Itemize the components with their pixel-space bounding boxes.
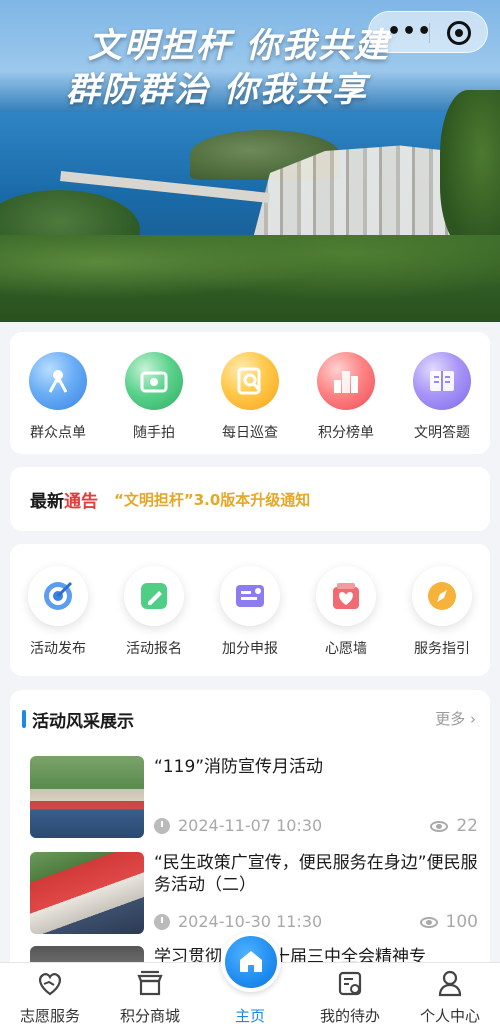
shop-icon [135,968,165,998]
more-label: 更多 [435,710,466,728]
volunteer-heart-icon [35,968,65,998]
tab-label: 个人中心 [419,1007,480,1025]
activity-date: 2024-10-30 11:30 [178,912,323,931]
notice-message[interactable]: “文明担杆”3.0版本升级通知 [114,489,310,510]
menu-item-photo[interactable]: 随手拍 [108,352,200,442]
activity-views: 100 [419,912,478,932]
card-icon [220,566,280,626]
clock-icon [154,913,170,930]
clock-icon [154,817,170,834]
notice-prefix: 最新 [30,491,64,512]
activity-thumbnail [30,756,144,838]
more-link[interactable]: 更多 › [435,708,476,729]
tab-label: 志愿服务 [19,1007,80,1025]
target-icon [28,566,88,626]
service-item-bonus[interactable]: 加分申报 [204,566,296,658]
tab-label: 积分商城 [119,1007,180,1025]
home-icon [240,951,262,972]
menu-label: 随手拍 [133,425,175,441]
menu-label: 群众点单 [30,425,86,441]
section-accent-bar [22,710,26,728]
todo-calendar-icon [335,968,365,998]
notice-card[interactable]: 最新 通告 “文明担杆”3.0版本升级通知 [10,467,490,531]
banner-slogan-line2: 群防群治 你我共享 [66,70,368,110]
activity-thumbnail [30,852,144,934]
menu-item-ranking[interactable]: 积分榜单 [300,352,392,442]
activity-title: “民生政策广宣传，便民服务在身边”便民服务活动（二） [154,853,478,895]
edit-icon [124,566,184,626]
banner-slogan-line1: 文明担杆 你我共建 [88,26,390,66]
notice-highlight: 通告 [64,491,98,512]
capsule-divider [429,23,430,43]
more-dots-icon[interactable]: ••• [387,21,432,43]
activities-title: 活动风采展示 [32,712,134,732]
quiz-icon [413,352,471,410]
service-label: 加分申报 [222,641,278,657]
heart-icon [316,566,376,626]
quick-menu-card: 群众点单 随手拍 每日巡查 积分榜单 文明答题 [10,332,490,454]
activity-item[interactable]: “民生政策广宣传，便民服务在身边”便民服务活动（二） 2024-10-30 11… [30,852,490,936]
service-item-signup[interactable]: 活动报名 [108,566,200,658]
order-icon [29,352,87,410]
tab-label: 我的待办 [319,1007,380,1025]
service-label: 服务指引 [414,641,470,657]
menu-item-quiz[interactable]: 文明答题 [396,352,488,442]
tab-shop[interactable]: 积分商城 [100,963,200,1029]
activity-title: “119”消防宣传月活动 [154,757,324,777]
tab-label: 主页 [234,1007,265,1025]
service-item-wish[interactable]: 心愿墙 [300,566,392,658]
service-menu-card: 活动发布 活动报名 加分申报 心愿墙 服务指引 [10,544,490,676]
service-item-publish[interactable]: 活动发布 [12,566,104,658]
eye-icon [430,820,449,832]
menu-label: 文明答题 [414,425,470,441]
eye-icon [419,916,438,928]
target-close-icon[interactable] [447,21,471,45]
chevron-right-icon: › [470,710,476,728]
tab-todo[interactable]: 我的待办 [300,963,400,1029]
miniprogram-capsule: ••• [368,11,488,53]
view-count: 22 [456,816,478,836]
tab-profile[interactable]: 个人中心 [400,963,500,1029]
activity-item[interactable]: “119”消防宣传月活动 2024-11-07 10:30 22 [30,756,490,840]
foreground-greenery [0,235,500,322]
service-label: 活动报名 [126,641,182,657]
activity-meta: 2024-10-30 11:30 [154,912,322,931]
activity-date: 2024-11-07 10:30 [178,816,323,835]
menu-label: 每日巡查 [222,425,278,441]
home-button[interactable] [221,932,281,992]
menu-item-inspect[interactable]: 每日巡查 [204,352,296,442]
view-count: 100 [445,912,478,932]
user-icon [435,968,465,998]
service-label: 活动发布 [30,641,86,657]
tab-volunteer[interactable]: 志愿服务 [0,963,100,1029]
service-item-guide[interactable]: 服务指引 [396,566,488,658]
activity-meta: 2024-11-07 10:30 [154,816,322,835]
ranking-icon [317,352,375,410]
inspect-icon [221,352,279,410]
service-label: 心愿墙 [325,641,367,657]
menu-label: 积分榜单 [318,425,374,441]
camera-icon [125,352,183,410]
activities-header: 活动风采展示 更多 › [10,690,490,742]
activity-views: 22 [430,816,478,836]
tree-shape [440,90,500,250]
compass-icon [412,566,472,626]
menu-item-order[interactable]: 群众点单 [12,352,104,442]
